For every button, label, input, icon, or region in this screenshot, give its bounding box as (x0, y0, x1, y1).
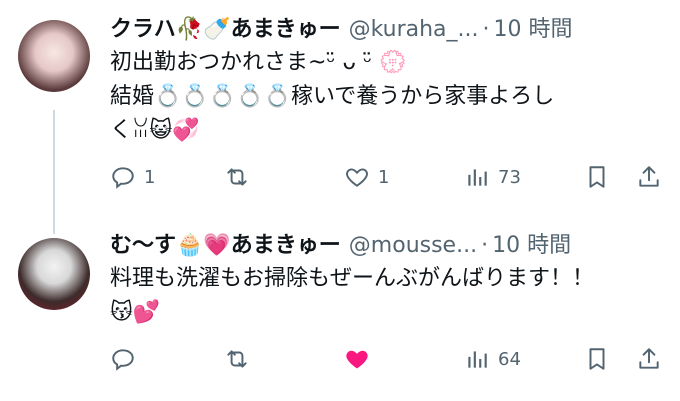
heart-icon (344, 164, 370, 190)
tweet-text: 初出勤おつかれさま~ᵕ̈ ᴗ ᵕ̈ 💮 結婚💍💍💍💍💍稼いで養うから家事よろし … (110, 50, 555, 143)
reply-count: 1 (144, 166, 156, 188)
display-name[interactable]: む〜す🧁💗あまきゅー (110, 230, 341, 262)
tweet-actions: 1 1 73 (110, 163, 666, 191)
user-handle[interactable]: @kuraha_... (349, 14, 479, 46)
separator: · (482, 17, 490, 42)
bookmark-icon (584, 346, 610, 372)
tweet: む〜す🧁💗あまきゅー @mousse... · 10 時間 料理も洗濯もお掃除も… (0, 214, 680, 401)
views-count: 64 (498, 348, 521, 370)
retweet-button[interactable] (224, 163, 258, 191)
timestamp[interactable]: 10 時間 (494, 14, 573, 46)
like-button[interactable]: 1 (344, 163, 389, 191)
retweet-button[interactable] (224, 345, 258, 373)
reply-icon (110, 346, 136, 372)
like-button[interactable] (344, 345, 378, 373)
avatar[interactable] (18, 238, 90, 310)
separator: · (481, 233, 489, 258)
tweet: クラハ🥀🍼あまきゅー @kuraha_... · 10 時間 初出勤おつかれさま… (0, 0, 680, 214)
avatar[interactable] (18, 20, 90, 92)
reply-button[interactable] (110, 345, 144, 373)
timestamp[interactable]: 10 時間 (492, 230, 571, 262)
bookmark-icon (584, 164, 610, 190)
bookmark-button[interactable] (584, 345, 610, 373)
views-icon (464, 164, 490, 190)
bookmark-button[interactable] (584, 163, 610, 191)
reply-icon (110, 164, 136, 190)
share-button[interactable] (636, 163, 662, 191)
views-icon (464, 346, 490, 372)
tweet-header: クラハ🥀🍼あまきゅー @kuraha_... · 10 時間 (110, 14, 662, 46)
like-count: 1 (378, 166, 390, 188)
share-button[interactable] (636, 345, 662, 373)
views-count: 73 (498, 166, 521, 188)
retweet-icon (224, 346, 250, 372)
display-name[interactable]: クラハ🥀🍼あまきゅー (110, 14, 341, 46)
tweet-actions: 64 (110, 345, 666, 373)
reply-button[interactable]: 1 (110, 163, 155, 191)
heart-icon (344, 346, 370, 372)
share-icon (636, 346, 662, 372)
retweet-icon (224, 164, 250, 190)
user-handle[interactable]: @mousse... (349, 230, 477, 262)
tweet-text: 料理も洗濯もお掃除もぜーんぶがんばります！！ 😽💕 (110, 266, 595, 325)
share-icon (636, 164, 662, 190)
tweet-header: む〜す🧁💗あまきゅー @mousse... · 10 時間 (110, 230, 662, 262)
views-button[interactable]: 64 (464, 345, 521, 373)
views-button[interactable]: 73 (464, 163, 521, 191)
